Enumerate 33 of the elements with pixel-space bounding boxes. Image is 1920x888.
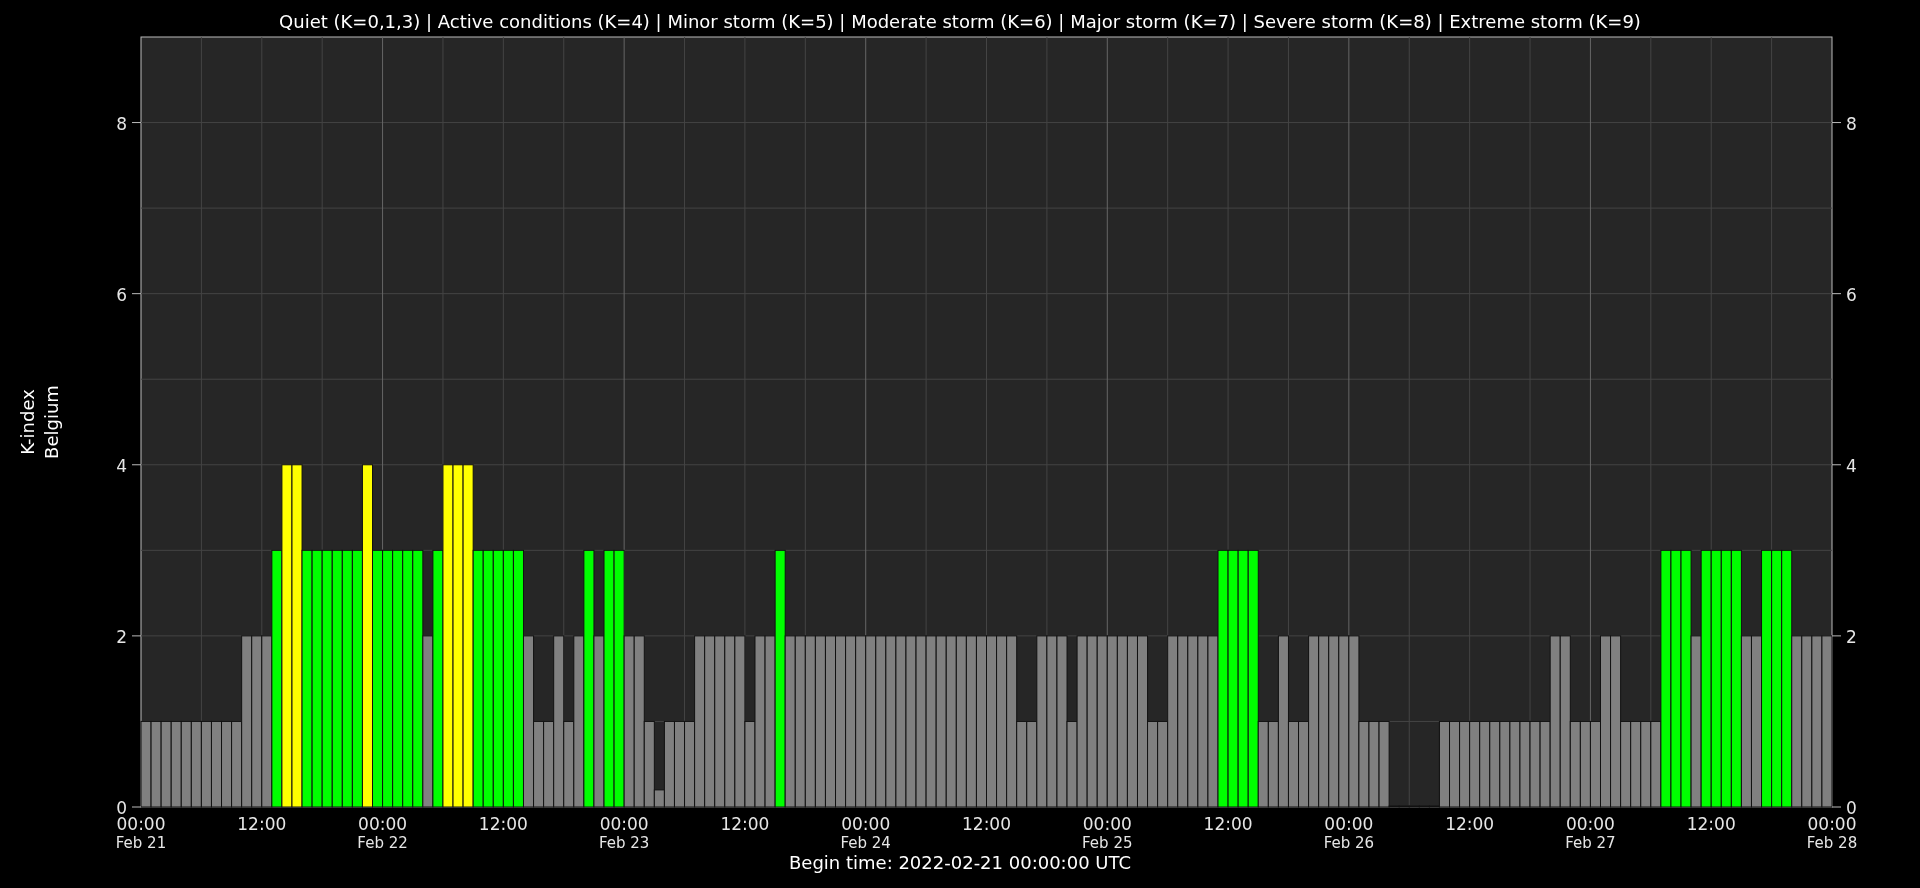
x-tick-label: 00:00 <box>1565 814 1615 834</box>
y-tick-label: 4 <box>1846 455 1857 476</box>
x-tick-label: 00:00 <box>599 814 649 834</box>
y-tick-label: 8 <box>1846 113 1857 134</box>
date-label: Feb 25 <box>1082 834 1133 852</box>
y-axis-label: K-index <box>17 389 38 455</box>
date-label: Feb 22 <box>357 834 408 852</box>
x-tick-label: 12:00 <box>1445 814 1495 834</box>
x-tick-label: 12:00 <box>478 814 528 834</box>
x-tick-label: 12:00 <box>720 814 770 834</box>
x-tick-label: 12:00 <box>1203 814 1253 834</box>
date-label: Feb 23 <box>598 834 650 852</box>
x-tick-label: 12:00 <box>1686 814 1736 834</box>
y-tick-label: 4 <box>116 455 127 476</box>
y-tick-label: 8 <box>116 113 127 134</box>
chart-title: Quiet (K=0,1,3) | Active conditions (K=4) | Minor storm (K=5) | Moderate storm (K=6) | Major storm (K=7) | Severe storm (K=8) | Extreme storm (K=9) <box>279 11 1641 32</box>
date-label: Feb 21 <box>115 834 167 852</box>
y-axis-label: Belgium <box>41 385 62 459</box>
x-tick-label: 00:00 <box>358 814 408 834</box>
x-tick-label: 12:00 <box>237 814 287 834</box>
y-tick-label: 6 <box>116 284 127 305</box>
y-tick-label: 2 <box>1846 626 1857 647</box>
y-tick-label: 2 <box>116 626 127 647</box>
x-tick-label: 00:00 <box>1324 814 1374 834</box>
x-tick-label: 12:00 <box>962 814 1011 834</box>
date-label: Feb 27 <box>1565 834 1616 852</box>
x-axis-label: Begin time: 2022-02-21 00:00:00 UTC <box>789 852 1131 873</box>
date-label: Feb 26 <box>1323 834 1375 852</box>
y-tick-label: 6 <box>1846 284 1857 305</box>
date-label: Feb 28 <box>1806 834 1858 852</box>
x-tick-label: 00:00 <box>841 814 891 834</box>
x-tick-label: 00:00 <box>1082 814 1132 834</box>
date-label: Feb 24 <box>840 834 891 852</box>
